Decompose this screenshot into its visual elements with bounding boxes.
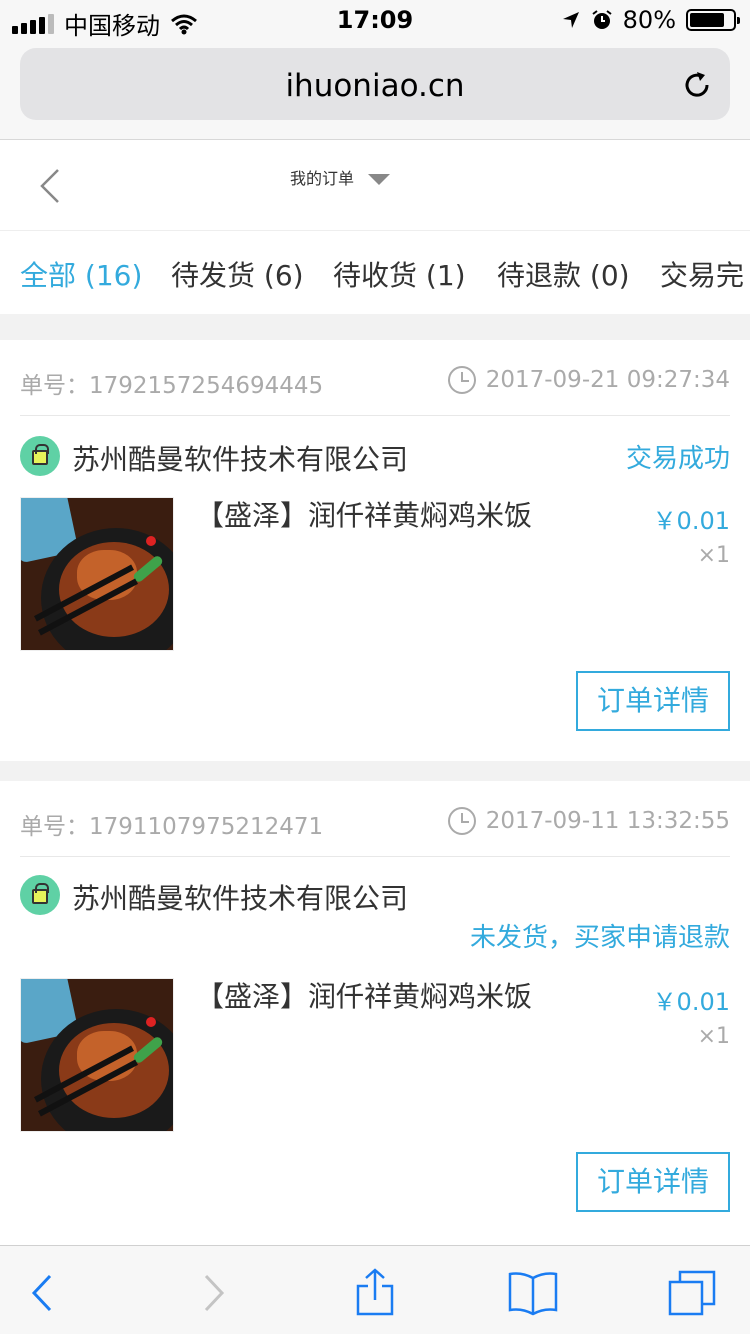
order-number: 单号：1792157254694445 [20, 366, 323, 400]
order-detail-button[interactable]: 订单详情 [576, 1152, 730, 1212]
back-icon[interactable] [20, 1268, 70, 1318]
order-card: 单号：1791107975212471 2017-09-11 13:32:55 … [0, 781, 750, 1245]
shopping-bag-icon [20, 436, 60, 476]
battery-icon [686, 9, 740, 31]
order-time: 2017-09-11 13:32:55 [447, 807, 730, 835]
order-number: 单号：1791107975212471 [20, 807, 323, 841]
status-bar: 中国移动 17:09 80% [0, 0, 750, 40]
browser-toolbar [0, 1245, 750, 1334]
product-row[interactable]: 【盛泽】润仟祥黄焖鸡米饭 ￥0.01 ×1 [20, 978, 730, 1132]
order-datetime: 2017-09-21 09:27:34 [485, 367, 730, 393]
tabs-icon[interactable] [668, 1268, 718, 1318]
product-image[interactable] [20, 978, 174, 1132]
tab-all[interactable]: 全部 (16) [20, 254, 142, 294]
divider [0, 314, 750, 340]
order-time: 2017-09-21 09:27:34 [447, 366, 730, 394]
battery-percent: 80% [622, 6, 676, 34]
address-bar[interactable]: ihuoniao.cn [20, 48, 730, 120]
order-status: 未发货，买家申请退款 [469, 923, 730, 953]
title-dropdown[interactable]: 我的订单 [290, 165, 391, 189]
order-datetime: 2017-09-11 13:32:55 [485, 808, 730, 834]
url-text: ihuoniao.cn [285, 68, 465, 104]
product-row[interactable]: 【盛泽】润仟祥黄焖鸡米饭 ￥0.01 ×1 [20, 497, 730, 651]
page-header: 我的订单 [0, 141, 750, 231]
order-meta: 单号：1792157254694445 2017-09-21 09:27:34 [20, 340, 730, 416]
product-name: 【盛泽】润仟祥黄焖鸡米饭 [196, 980, 533, 1013]
product-price: ￥0.01 [652, 507, 730, 535]
shop-name[interactable]: 苏州酷曼软件技术有限公司 [72, 438, 408, 478]
product-image[interactable] [20, 497, 174, 651]
battery-fill [690, 13, 724, 27]
status-right: 80% [561, 6, 740, 34]
order-number-value: 1791107975212471 [89, 814, 324, 840]
product-name: 【盛泽】润仟祥黄焖鸡米饭 [196, 499, 533, 532]
shop-row: 苏州酷曼软件技术有限公司 交易成功 [20, 436, 730, 476]
tab-pending-shipment[interactable]: 待发货 (6) [171, 254, 304, 294]
location-arrow-icon [562, 12, 579, 28]
shop-name[interactable]: 苏州酷曼软件技术有限公司 [72, 877, 408, 917]
product-price: ￥0.01 [652, 988, 730, 1016]
product-quantity: ×1 [697, 543, 730, 568]
back-arrow-icon[interactable] [36, 167, 64, 205]
browser-chrome: ihuoniao.cn [0, 40, 750, 140]
forward-icon[interactable] [186, 1268, 236, 1318]
divider [0, 761, 750, 781]
order-meta: 单号：1791107975212471 2017-09-11 13:32:55 [20, 781, 730, 857]
order-detail-button[interactable]: 订单详情 [576, 671, 730, 731]
order-tabs: 全部 (16) 待发货 (6) 待收货 (1) 待退款 (0) 交易完 [0, 232, 750, 314]
clock-icon [447, 807, 476, 835]
order-card: 单号：1792157254694445 2017-09-21 09:27:34 … [0, 340, 750, 761]
share-icon[interactable] [350, 1268, 400, 1318]
order-number-label: 单号： [20, 373, 89, 399]
shopping-bag-icon [20, 875, 60, 915]
shop-row: 苏州酷曼软件技术有限公司 未发货，买家申请退款 [20, 875, 730, 953]
reload-icon[interactable] [680, 68, 714, 102]
order-status: 交易成功 [625, 444, 730, 474]
tab-completed[interactable]: 交易完 [660, 254, 744, 294]
caret-down-icon [368, 173, 391, 185]
order-number-label: 单号： [20, 814, 89, 840]
clock-icon [447, 366, 476, 394]
alarm-icon [592, 10, 612, 29]
page-title: 我的订单 [290, 169, 355, 188]
tab-pending-refund[interactable]: 待退款 (0) [497, 254, 630, 294]
order-number-value: 1792157254694445 [89, 373, 324, 399]
tab-pending-receipt[interactable]: 待收货 (1) [333, 254, 466, 294]
product-quantity: ×1 [697, 1024, 730, 1049]
bookmarks-icon[interactable] [508, 1268, 558, 1318]
